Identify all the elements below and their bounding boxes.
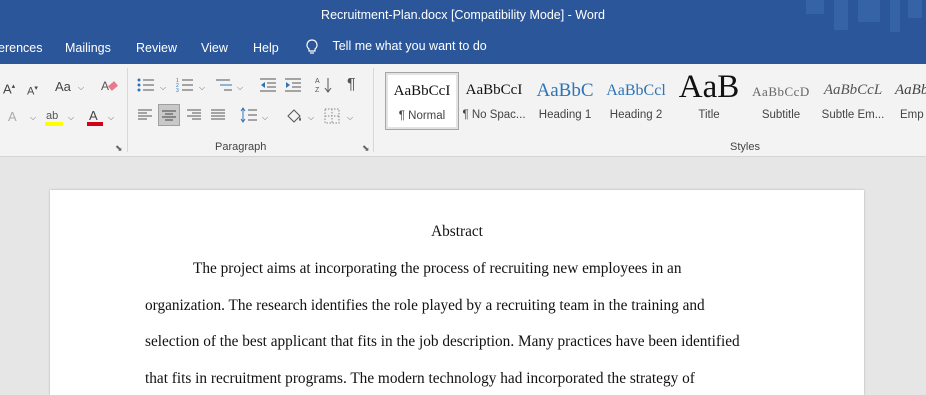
borders-icon [324, 108, 340, 124]
decrease-indent-icon [260, 78, 276, 92]
line-spacing-icon [240, 107, 257, 123]
styles-group-label: Styles [730, 141, 760, 153]
group-separator [127, 68, 128, 152]
chevron-down-icon[interactable]: ⌵ [262, 113, 268, 123]
chevron-down-icon[interactable]: ⌵ [237, 83, 243, 93]
align-center-button[interactable] [158, 104, 180, 126]
change-case-button[interactable]: Aa [55, 79, 71, 95]
document-page[interactable]: Abstract The project aims at incorporati… [50, 190, 864, 395]
style-normal[interactable]: AaBbCcI ¶ Normal [385, 72, 459, 130]
style-heading-1[interactable]: AaBbC Heading 1 [531, 72, 599, 128]
chevron-down-icon[interactable]: ⌵ [68, 113, 74, 123]
svg-text:A: A [89, 108, 98, 123]
svg-text:3: 3 [176, 88, 179, 93]
justify-icon [211, 109, 225, 120]
text-effects-button[interactable]: A [8, 109, 17, 125]
justify-button[interactable] [210, 108, 226, 126]
font-color-button[interactable]: A [86, 107, 104, 131]
paint-bucket-icon [287, 109, 301, 123]
tab-view[interactable]: View [201, 41, 228, 55]
sort-icon: A Z [315, 78, 332, 94]
paragraph-group-label: Paragraph [215, 141, 267, 153]
font-color-icon: A [87, 108, 103, 126]
ribbon: A▴ A▾ Aa ⌵ A A ⌵ ab ⌵ A ⌵ ⬊ ⌵ 1 2 3 ⌵ ⌵ … [0, 64, 926, 157]
style-emphasis[interactable]: AaBb Emp [893, 72, 926, 128]
group-separator [373, 68, 374, 152]
document-line: The project aims at incorporating the pr… [193, 260, 682, 277]
svg-text:Z: Z [315, 87, 320, 94]
chevron-down-icon[interactable]: ⌵ [199, 83, 205, 93]
style-no-spacing[interactable]: AaBbCcI ¶ No Spac... [460, 72, 528, 128]
borders-button[interactable] [324, 108, 340, 128]
style-subtitle[interactable]: AaBbCcD Subtitle [747, 72, 815, 128]
tab-help[interactable]: Help [253, 41, 279, 55]
numbered-list-icon: 1 2 3 [176, 78, 193, 94]
window-title: Recruitment-Plan.docx [Compatibility Mod… [321, 8, 605, 22]
document-line: selection of the best applicant that fit… [145, 333, 740, 350]
shading-button[interactable] [285, 107, 303, 129]
bullet-list-icon [137, 78, 154, 92]
shrink-font-button[interactable]: A▾ [27, 81, 38, 100]
lightbulb-icon [306, 39, 318, 54]
align-left-button[interactable] [137, 108, 153, 126]
tab-references[interactable]: erences [0, 41, 42, 55]
chevron-down-icon[interactable]: ⌵ [108, 113, 114, 123]
document-line: organization. The research identifies th… [145, 297, 705, 314]
tell-me-box[interactable]: Tell me what you want to do [305, 39, 487, 55]
align-left-icon [138, 109, 152, 120]
chevron-down-icon[interactable]: ⌵ [347, 113, 353, 123]
chevron-down-icon[interactable]: ⌵ [160, 83, 166, 93]
svg-text:ab: ab [46, 110, 58, 122]
multilevel-list-button[interactable] [215, 77, 233, 97]
tab-review[interactable]: Review [136, 41, 177, 55]
highlight-color-button[interactable]: ab [44, 107, 64, 131]
bullets-button[interactable] [137, 77, 155, 97]
chevron-down-icon[interactable]: ⌵ [78, 83, 84, 93]
style-title[interactable]: AaB Title [673, 72, 745, 128]
svg-text:A: A [315, 78, 320, 85]
svg-text:A: A [101, 79, 109, 93]
chevron-down-icon[interactable]: ⌵ [308, 113, 314, 123]
tell-me-text: Tell me what you want to do [332, 39, 487, 54]
grow-font-button[interactable]: A▴ [3, 79, 15, 97]
increase-indent-icon [285, 78, 301, 92]
document-line: that fits in recruitment programs. The m… [145, 370, 695, 387]
align-right-icon [187, 109, 201, 120]
title-bar: Recruitment-Plan.docx [Compatibility Mod… [0, 0, 926, 32]
font-dialog-launcher-icon[interactable]: ⬊ [115, 143, 123, 154]
document-heading: Abstract [431, 223, 483, 240]
increase-indent-button[interactable] [284, 77, 302, 97]
sort-button[interactable]: A Z [315, 76, 333, 98]
align-right-button[interactable] [186, 108, 202, 126]
tab-mailings[interactable]: Mailings [65, 41, 111, 55]
align-center-icon [162, 110, 176, 121]
line-spacing-button[interactable] [240, 107, 258, 127]
multilevel-list-icon [216, 79, 232, 91]
style-subtle-emphasis[interactable]: AaBbCcL Subtle Em... [818, 72, 888, 128]
paragraph-dialog-launcher-icon[interactable]: ⬊ [362, 143, 370, 154]
decrease-indent-button[interactable] [259, 77, 277, 97]
chevron-down-icon[interactable]: ⌵ [30, 113, 36, 123]
clear-formatting-button[interactable]: A [100, 77, 118, 99]
numbering-button[interactable]: 1 2 3 [176, 77, 194, 97]
highlighter-icon: ab [45, 110, 63, 126]
show-formatting-marks-button[interactable]: ¶ [347, 77, 356, 93]
ribbon-tab-bar: erences Mailings Review View Help Tell m… [0, 32, 926, 64]
eraser-icon: A [101, 79, 118, 93]
style-heading-2[interactable]: AaBbCcl Heading 2 [602, 72, 670, 128]
